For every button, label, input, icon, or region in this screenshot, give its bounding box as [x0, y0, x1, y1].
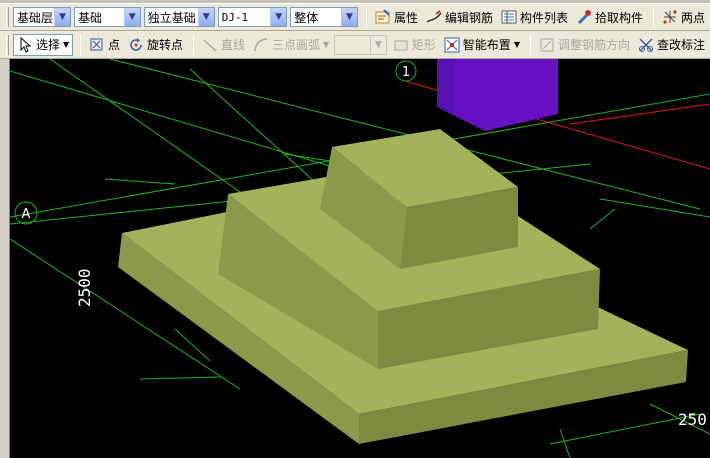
floor-value: 基础层: [16, 10, 53, 25]
axis-label-1: 1: [402, 65, 410, 80]
toolbar-grip[interactable]: [6, 34, 9, 55]
pick-component-button[interactable]: 拾取构件: [573, 6, 646, 28]
select-button[interactable]: 选择 ▼: [12, 33, 73, 56]
rectangle-icon: [393, 37, 409, 53]
pick-component-label: 拾取构件: [594, 10, 643, 25]
grid-line: [10, 70, 341, 170]
rotate-point-label: 旋转点: [146, 38, 183, 52]
point-label: 点: [107, 38, 120, 52]
edit-rebar-button[interactable]: 编辑钢筋: [423, 6, 496, 28]
chevron-down-icon[interactable]: ▼: [514, 40, 520, 49]
eyedropper-icon: [576, 9, 592, 25]
adjust-rebar-icon: [539, 37, 555, 53]
component-type-combo[interactable]: 独立基础 ▼: [143, 7, 215, 27]
two-points-label: 两点: [681, 10, 706, 25]
toolbar-separator: [653, 7, 654, 27]
selection-toolbar: 基础层 ▼ 基础 ▼ 独立基础 ▼ DJ-1 ▼ 整体 ▼ 属性 编辑钢筋 构件…: [0, 3, 710, 31]
edit-rebar-label: 编辑钢筋: [444, 10, 493, 25]
chevron-down-icon[interactable]: ▼: [197, 8, 214, 26]
toolbar-grip[interactable]: [6, 7, 9, 27]
grid-line: [139, 376, 221, 380]
point-icon: [89, 37, 105, 53]
select-label: 选择: [35, 38, 60, 52]
toolbar-separator: [365, 7, 367, 27]
left-panel-edge: [0, 59, 10, 458]
rectangle-button[interactable]: 矩形: [390, 34, 439, 56]
attributes-label: 属性: [393, 10, 418, 25]
component-list-button[interactable]: 构件列表: [498, 6, 571, 28]
chevron-down-icon[interactable]: ▼: [270, 8, 287, 26]
two-points-icon: [662, 9, 678, 25]
adjust-rebar-direction-button[interactable]: 调整钢筋方向: [536, 34, 633, 56]
floor-combo[interactable]: 基础层 ▼: [12, 7, 71, 27]
red-axis-line: [569, 103, 710, 125]
viewport-canvas[interactable]: 1 A 2500 250: [10, 59, 710, 458]
arc-option-combo[interactable]: ▼: [334, 34, 387, 55]
arc-label: 三点画弧: [272, 38, 321, 52]
edit-rebar-icon: [426, 9, 442, 25]
check-dimension-button[interactable]: 查改标注: [635, 34, 708, 56]
chevron-down-icon[interactable]: ▼: [53, 8, 70, 26]
rectangle-label: 矩形: [411, 38, 436, 52]
rotate-icon: [128, 37, 144, 53]
component-combo[interactable]: DJ-1 ▼: [217, 7, 288, 27]
smart-layout-button[interactable]: 智能布置 ▼: [441, 34, 523, 56]
line-label: 直线: [221, 38, 246, 52]
toolbar-separator: [529, 34, 531, 55]
rotate-point-button[interactable]: 旋转点: [125, 34, 186, 56]
chevron-down-icon[interactable]: ▼: [340, 8, 357, 26]
component-list-label: 构件列表: [519, 10, 568, 25]
cursor-arrow-icon: [17, 36, 33, 53]
point-button[interactable]: 点: [86, 34, 123, 56]
column-side-face: [437, 59, 455, 114]
grid-line: [599, 198, 710, 218]
three-point-arc-button[interactable]: 三点画弧 ▼: [250, 34, 332, 56]
attributes-icon: [375, 9, 391, 25]
smart-layout-icon: [444, 37, 460, 53]
category-combo[interactable]: 基础 ▼: [73, 7, 141, 27]
adjust-rebar-label: 调整钢筋方向: [557, 38, 630, 52]
footing-dj-1[interactable]: [118, 129, 688, 444]
smart-layout-label: 智能布置: [462, 38, 511, 52]
check-dimension-label: 查改标注: [656, 38, 705, 52]
component-type-value: 独立基础: [147, 10, 196, 25]
dimension-label-right: 250: [678, 410, 707, 429]
scope-combo[interactable]: 整体 ▼: [290, 7, 358, 27]
dimension-label-left: 2500: [75, 268, 94, 307]
two-points-button[interactable]: 两点: [659, 6, 708, 28]
draw-toolbar: 选择 ▼ 点 旋转点 直线 三点画弧 ▼ ▼ 矩形 智能布置 ▼ 调整钢筋方向 …: [0, 31, 710, 59]
category-value: 基础: [77, 10, 102, 25]
attributes-button[interactable]: 属性: [372, 6, 421, 28]
line-button[interactable]: 直线: [199, 34, 248, 56]
toolbar-separator: [79, 34, 81, 55]
arc-icon: [253, 37, 269, 53]
chevron-down-icon[interactable]: ▼: [323, 40, 329, 49]
component-value: DJ-1: [221, 10, 249, 24]
chevron-down-icon[interactable]: ▼: [63, 40, 69, 49]
scope-value: 整体: [294, 10, 319, 25]
3d-viewport[interactable]: 1 A 2500 250: [10, 59, 710, 458]
check-dimension-icon: [638, 37, 654, 53]
line-icon: [202, 37, 218, 53]
list-icon: [501, 9, 517, 25]
grid-line: [104, 178, 176, 185]
chevron-down-icon[interactable]: ▼: [123, 8, 140, 26]
axis-label-a: A: [22, 207, 31, 222]
grid-line: [284, 153, 331, 162]
grid-line: [559, 428, 571, 458]
chevron-down-icon[interactable]: ▼: [369, 35, 386, 54]
toolbar-separator: [193, 34, 194, 55]
grid-line: [589, 208, 616, 230]
grid-line: [174, 328, 211, 362]
